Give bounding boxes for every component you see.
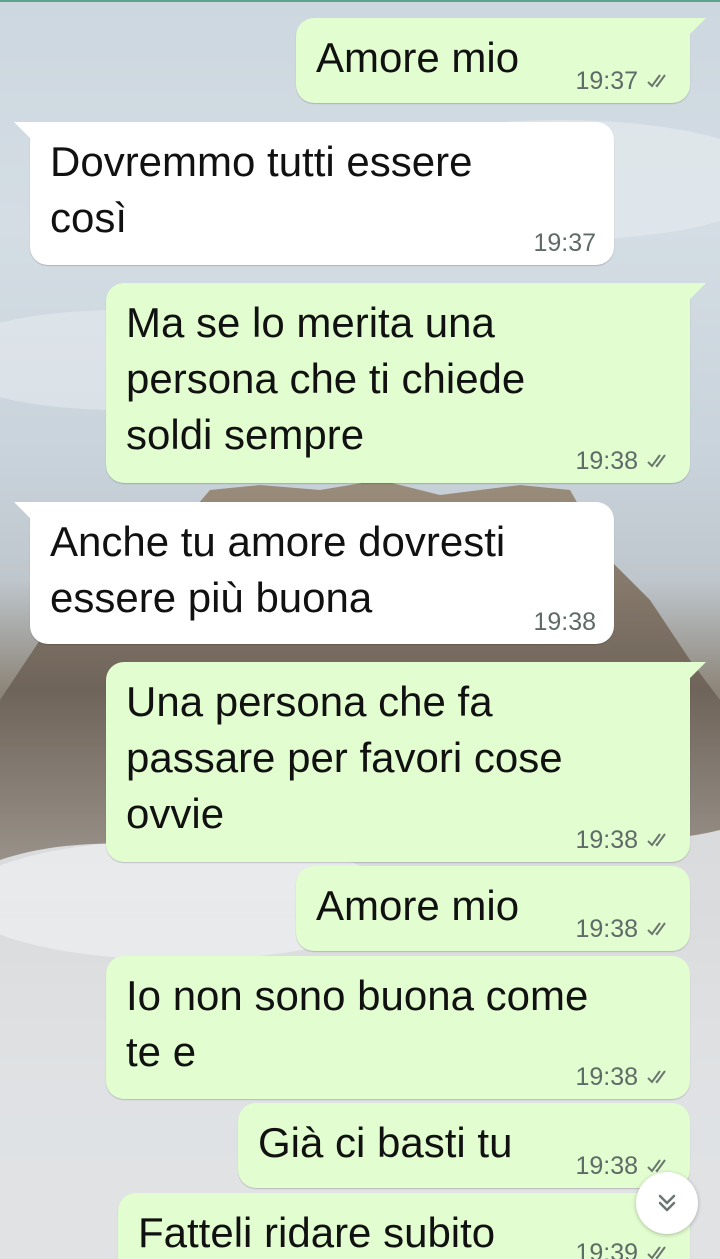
message-meta: 19:38 xyxy=(575,915,672,943)
message-bubble-outgoing[interactable]: Amore mio 19:37 xyxy=(296,18,706,103)
double-check-icon xyxy=(647,1246,666,1259)
message-bubble-incoming[interactable]: Anche tu amore dovresti essere più buona… xyxy=(14,502,614,644)
message-meta: 19:38 xyxy=(575,826,672,854)
message-time: 19:38 xyxy=(575,1063,638,1091)
message-meta: 19:37 xyxy=(533,229,596,257)
message-text: Anche tu amore dovresti essere più buona xyxy=(50,518,506,621)
message-bubble-outgoing[interactable]: Ma se lo merita una persona che ti chied… xyxy=(106,283,706,483)
message-meta: 19:38 xyxy=(533,608,596,636)
message-time: 19:37 xyxy=(533,229,596,257)
message-bubble-outgoing[interactable]: Già ci basti tu 19:38 xyxy=(238,1103,690,1188)
message-time: 19:38 xyxy=(575,915,638,943)
bubble-tail xyxy=(690,18,706,34)
message-text: Io non sono buona come te e xyxy=(126,972,589,1075)
message-meta: 19:38 xyxy=(575,1063,672,1091)
message-time: 19:38 xyxy=(533,608,596,636)
message-meta: 19:39 xyxy=(575,1239,672,1259)
bubble-tail xyxy=(14,122,30,138)
message-text: Ma se lo merita una persona che ti chied… xyxy=(126,299,526,458)
message-text: Già ci basti tu xyxy=(258,1119,513,1166)
bubble-tail xyxy=(690,283,706,299)
message-meta: 19:38 xyxy=(575,447,672,475)
message-bubble-outgoing[interactable]: Amore mio 19:38 xyxy=(296,866,690,951)
double-check-icon xyxy=(647,1070,666,1084)
message-time: 19:37 xyxy=(575,67,638,95)
double-check-icon xyxy=(647,454,666,468)
message-bubble-incoming[interactable]: Dovremmo tutti essere così 19:37 xyxy=(14,122,614,265)
bubble-tail xyxy=(14,502,30,518)
message-meta: 19:37 xyxy=(575,67,672,95)
message-bubble-outgoing[interactable]: Fatteli ridare subito 19:39 xyxy=(118,1193,690,1259)
message-text: Una persona che fa passare per favori co… xyxy=(126,678,563,837)
double-chevron-down-icon xyxy=(658,1194,676,1212)
message-text: Amore mio xyxy=(316,34,520,81)
message-bubble-outgoing[interactable]: Io non sono buona come te e 19:38 xyxy=(106,956,690,1099)
double-check-icon xyxy=(647,74,666,88)
message-text: Amore mio xyxy=(316,882,520,929)
message-time: 19:39 xyxy=(575,1239,638,1259)
message-bubble-outgoing[interactable]: Una persona che fa passare per favori co… xyxy=(106,662,706,862)
message-time: 19:38 xyxy=(575,826,638,854)
double-check-icon xyxy=(647,922,666,936)
message-time: 19:38 xyxy=(575,1152,638,1180)
message-list[interactable]: Amore mio 19:37 Dovremmo tutti essere co… xyxy=(0,0,720,1259)
message-time: 19:38 xyxy=(575,447,638,475)
double-check-icon xyxy=(647,833,666,847)
message-text: Fatteli ridare subito xyxy=(138,1209,496,1256)
bubble-tail xyxy=(690,662,706,678)
message-text: Dovremmo tutti essere così xyxy=(50,138,473,241)
scroll-to-bottom-button[interactable] xyxy=(636,1172,698,1234)
